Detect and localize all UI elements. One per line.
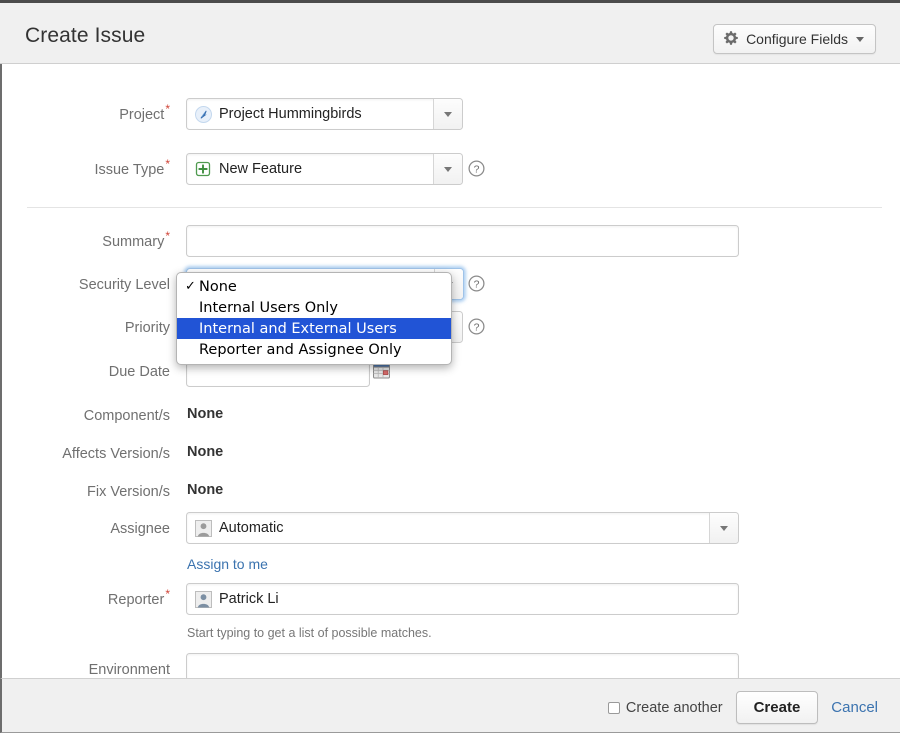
dropdown-option-reporter-and-assignee-only[interactable]: Reporter and Assignee Only xyxy=(177,339,451,360)
checkbox-box[interactable] xyxy=(607,701,620,714)
issue-type-value: New Feature xyxy=(219,161,303,177)
help-icon[interactable]: ? xyxy=(468,275,485,292)
create-issue-dialog: Create Issue Configure Fields Project* P… xyxy=(0,0,900,733)
field-row-environment: Environment xyxy=(2,653,900,678)
svg-text:?: ? xyxy=(474,278,480,290)
reporter-value: Patrick Li xyxy=(219,591,279,607)
assignee-label: Assignee xyxy=(110,521,170,537)
assignee-value: Automatic xyxy=(219,520,284,536)
gear-icon xyxy=(723,30,739,49)
affects-versions-value: None xyxy=(187,444,224,460)
reporter-input[interactable]: Patrick Li xyxy=(186,583,739,615)
new-feature-icon xyxy=(195,161,212,178)
dropdown-option-label: None xyxy=(199,278,237,295)
project-select[interactable]: Project Hummingbirds xyxy=(186,98,463,130)
issue-type-label: Issue Type* xyxy=(94,157,170,178)
user-avatar-icon xyxy=(195,519,212,537)
field-row-assignee: Assignee Automatic Assign to me xyxy=(2,512,900,572)
footer-actions: Create another Create Cancel xyxy=(607,691,878,724)
reporter-label: Reporter* xyxy=(107,587,170,608)
page-title: Create Issue xyxy=(25,24,146,47)
required-indicator: * xyxy=(165,587,170,602)
cancel-link[interactable]: Cancel xyxy=(831,699,878,716)
section-divider xyxy=(27,207,882,208)
priority-label: Priority xyxy=(124,320,170,336)
project-dropdown-arrow[interactable] xyxy=(433,99,462,129)
due-date-label: Due Date xyxy=(108,364,170,380)
svg-text:?: ? xyxy=(474,163,480,175)
affects-versions-label: Affects Version/s xyxy=(62,446,170,462)
components-value: None xyxy=(187,406,224,422)
field-row-summary: Summary* xyxy=(2,225,900,259)
security-level-dropdown-menu[interactable]: ✓ None Internal Users Only Internal and … xyxy=(176,272,452,365)
configure-fields-label: Configure Fields xyxy=(746,31,848,47)
create-another-checkbox[interactable]: Create another xyxy=(607,699,723,716)
summary-input[interactable] xyxy=(186,225,739,257)
dropdown-option-internal-and-external-users[interactable]: Internal and External Users xyxy=(177,318,451,339)
project-avatar-icon xyxy=(195,105,212,123)
required-indicator: * xyxy=(165,229,170,244)
environment-label: Environment xyxy=(88,662,170,678)
project-value: Project Hummingbirds xyxy=(219,106,362,122)
security-level-label: Security Level xyxy=(78,277,170,293)
project-label: Project* xyxy=(119,102,170,123)
user-avatar-icon xyxy=(195,590,212,608)
issue-type-dropdown-arrow[interactable] xyxy=(433,154,462,184)
reporter-hint: Start typing to get a list of possible m… xyxy=(187,626,432,640)
svg-text:?: ? xyxy=(474,321,480,333)
dialog-body: Project* Project Hummingbirds Issue Type… xyxy=(0,64,900,678)
dropdown-option-none[interactable]: ✓ None xyxy=(177,276,451,297)
create-another-label: Create another xyxy=(625,699,723,716)
check-icon: ✓ xyxy=(185,279,196,294)
assignee-dropdown-arrow[interactable] xyxy=(709,513,738,543)
issue-type-select[interactable]: New Feature xyxy=(186,153,463,185)
help-icon[interactable]: ? xyxy=(468,318,485,335)
assign-to-me-link[interactable]: Assign to me xyxy=(187,556,268,572)
dialog-footer: Create another Create Cancel xyxy=(0,678,900,733)
configure-fields-button[interactable]: Configure Fields xyxy=(713,24,876,54)
help-icon[interactable]: ? xyxy=(468,160,485,177)
assignee-select[interactable]: Automatic xyxy=(186,512,739,544)
create-button[interactable]: Create xyxy=(735,691,819,724)
fix-versions-label: Fix Version/s xyxy=(87,484,170,500)
dropdown-option-label: Internal and External Users xyxy=(199,320,397,337)
required-indicator: * xyxy=(165,102,170,117)
field-row-affects-versions: Affects Version/s None xyxy=(2,437,900,471)
dropdown-option-label: Internal Users Only xyxy=(199,299,338,316)
components-label: Component/s xyxy=(83,408,170,424)
dropdown-option-internal-users-only[interactable]: Internal Users Only xyxy=(177,297,451,318)
field-row-issue-type: Issue Type* New Feature ? xyxy=(2,153,900,187)
field-row-reporter: Reporter* Patrick Li Start typing to get… xyxy=(2,583,900,640)
environment-input[interactable] xyxy=(186,653,739,678)
chevron-down-icon xyxy=(856,36,864,42)
field-row-components: Component/s None xyxy=(2,399,900,433)
summary-label: Summary* xyxy=(102,229,170,250)
dropdown-option-label: Reporter and Assignee Only xyxy=(199,341,402,358)
fix-versions-value: None xyxy=(187,482,224,498)
field-row-project: Project* Project Hummingbirds xyxy=(2,98,900,132)
dialog-header: Create Issue Configure Fields xyxy=(0,0,900,64)
required-indicator: * xyxy=(165,157,170,172)
field-row-fix-versions: Fix Version/s None xyxy=(2,475,900,509)
